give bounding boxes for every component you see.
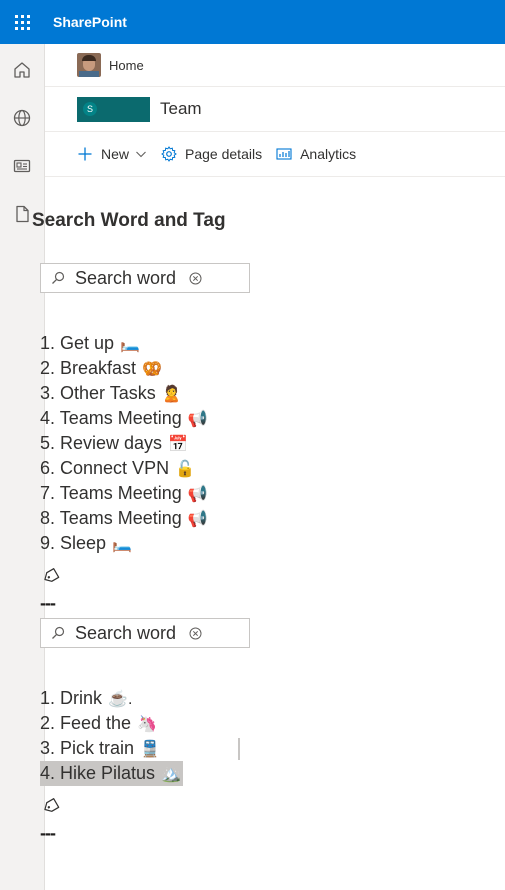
megaphone-icon: 📢 bbox=[187, 510, 208, 528]
app-launcher-button[interactable] bbox=[0, 0, 44, 44]
separator: --- bbox=[40, 593, 56, 613]
list-item: 8. Teams Meeting 📢 bbox=[40, 508, 208, 528]
site-logo[interactable]: S bbox=[77, 96, 150, 122]
home-icon bbox=[14, 62, 30, 78]
rail-sites-button[interactable] bbox=[0, 94, 44, 142]
news-icon bbox=[13, 159, 31, 173]
calendar-icon: 📅 bbox=[168, 435, 188, 453]
task-list-1: 1. Get up 🛏️ 2. Breakfast 🥨 3. Other Tasks… bbox=[40, 331, 208, 556]
list-item: 2. Feed the 🦄 bbox=[40, 713, 157, 733]
list-item: 1. Get up 🛏️ bbox=[40, 333, 140, 353]
avatar bbox=[77, 53, 101, 77]
search-input-1[interactable] bbox=[75, 267, 187, 289]
search-box-2[interactable] bbox=[40, 618, 250, 648]
bed-icon: 🛏️ bbox=[112, 535, 132, 553]
rail-home-button[interactable] bbox=[0, 46, 44, 94]
list-item: 4. Teams Meeting 📢 bbox=[40, 408, 208, 428]
analytics-label: Analytics bbox=[300, 146, 357, 162]
list-item: 3. Pick train 🚆 bbox=[40, 738, 160, 758]
breadcrumb-home-link[interactable]: Home bbox=[109, 58, 144, 73]
clear-icon[interactable] bbox=[189, 627, 202, 640]
list-item: 7. Teams Meeting 📢 bbox=[40, 483, 208, 503]
person-icon: 🙎 bbox=[161, 385, 182, 403]
list-item-selected: 4. Hike Pilatus 🏔️ bbox=[40, 761, 183, 786]
list-item: 6. Connect VPN 🔓 bbox=[40, 458, 195, 478]
list-item: 5. Review days 📅 bbox=[40, 433, 188, 453]
unlock-icon: 🔓 bbox=[175, 460, 195, 478]
chevron-down-icon bbox=[136, 151, 146, 158]
app-name[interactable]: SharePoint bbox=[53, 14, 127, 30]
list-item: 1. Drink ☕. bbox=[40, 688, 133, 708]
page-details-button[interactable]: Page details bbox=[161, 146, 262, 162]
pretzel-icon: 🥨 bbox=[142, 360, 162, 378]
left-rail bbox=[0, 44, 45, 890]
command-bar: New Page details Analytics bbox=[45, 132, 505, 177]
bed-icon: 🛏️ bbox=[120, 335, 140, 353]
analytics-button[interactable]: Analytics bbox=[276, 146, 356, 162]
waffle-icon bbox=[14, 14, 30, 30]
gear-icon bbox=[161, 146, 177, 162]
document-icon bbox=[16, 205, 29, 223]
rail-news-button[interactable] bbox=[0, 142, 44, 190]
mountain-icon: 🏔️ bbox=[161, 765, 181, 783]
coffee-icon: ☕. bbox=[108, 690, 133, 708]
new-button[interactable]: New bbox=[77, 146, 147, 162]
new-button-label: New bbox=[101, 146, 130, 162]
megaphone-icon: 📢 bbox=[187, 410, 208, 428]
list-item: 9. Sleep 🛏️ bbox=[40, 533, 132, 553]
page-title: Search Word and Tag bbox=[32, 210, 226, 231]
search-icon bbox=[52, 271, 65, 284]
search-input-2[interactable] bbox=[75, 622, 187, 644]
selection-mark bbox=[238, 738, 240, 760]
site-title[interactable]: Team bbox=[160, 99, 202, 119]
tag-icon[interactable] bbox=[42, 567, 60, 585]
breadcrumb: Home bbox=[45, 44, 505, 87]
megaphone-icon: 📢 bbox=[187, 485, 208, 503]
train-icon: 🚆 bbox=[140, 740, 160, 758]
page-details-label: Page details bbox=[185, 146, 263, 162]
site-header: S Team bbox=[45, 87, 505, 132]
clear-icon[interactable] bbox=[189, 272, 202, 285]
tag-icon[interactable] bbox=[42, 797, 60, 815]
site-logo-badge: S bbox=[83, 101, 97, 116]
search-box-1[interactable] bbox=[40, 263, 250, 293]
task-list-2: 1. Drink ☕. 2. Feed the 🦄 3. Pick train 🚆 4… bbox=[40, 686, 183, 786]
plus-icon bbox=[78, 147, 92, 161]
unicorn-icon: 🦄 bbox=[137, 715, 157, 733]
suite-header: SharePoint bbox=[0, 0, 505, 44]
globe-icon bbox=[13, 109, 31, 127]
list-item: 2. Breakfast 🥨 bbox=[40, 358, 162, 378]
separator: --- bbox=[40, 823, 56, 843]
search-icon bbox=[52, 626, 65, 639]
list-item: 3. Other Tasks 🙎 bbox=[40, 383, 182, 403]
analytics-icon bbox=[276, 148, 292, 160]
